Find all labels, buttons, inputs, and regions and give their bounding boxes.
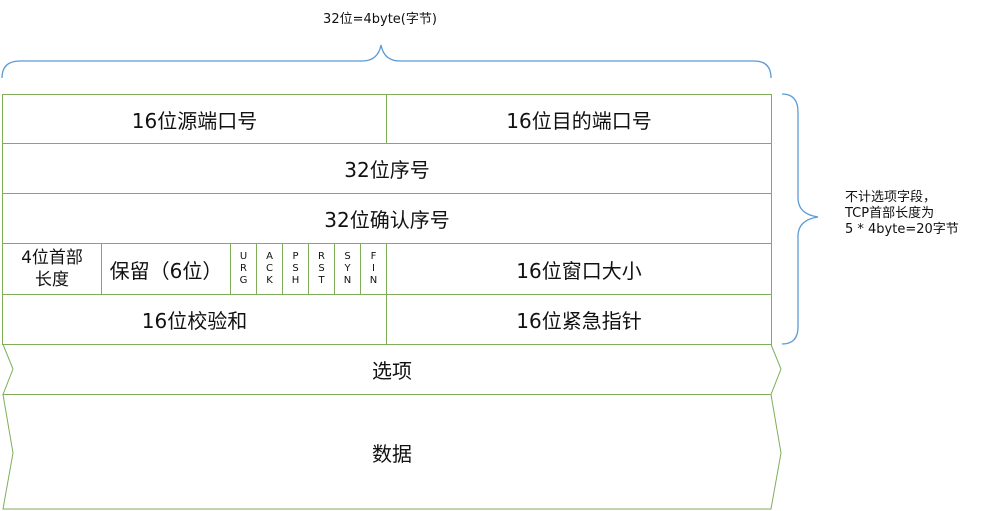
destination-port-field: 16位目的端口号 xyxy=(506,108,652,133)
flag-fin: F I N xyxy=(369,251,378,286)
checksum-field: 16位校验和 xyxy=(141,309,248,333)
header-length-field: 4位首部 长度 xyxy=(21,248,83,290)
reserved-field: 保留（6位） xyxy=(109,258,223,283)
source-port-field: 16位源端口号 xyxy=(131,108,258,133)
data-field: 数据 xyxy=(372,441,412,466)
sequence-number-field: 32位序号 xyxy=(344,158,430,182)
flag-ack: A C K xyxy=(266,251,273,286)
right-brace-shape xyxy=(781,93,819,345)
flag-rst: R S T xyxy=(318,251,325,286)
header-length-note: 不计选项字段， TCP首部长度为 5 * 4byte=20字节 xyxy=(845,190,959,237)
ack-number-field: 32位确认序号 xyxy=(324,208,450,232)
urgent-pointer-field: 16位紧急指针 xyxy=(516,309,642,333)
flag-syn: S Y N xyxy=(343,251,352,286)
top-brace-label: 32位=4byte(字节) xyxy=(323,12,437,27)
flag-psh: P S H xyxy=(291,251,300,286)
flag-urg: U R G xyxy=(239,251,248,286)
top-brace-shape xyxy=(1,44,772,79)
window-size-field: 16位窗口大小 xyxy=(516,258,642,283)
options-field: 选项 xyxy=(372,359,412,383)
